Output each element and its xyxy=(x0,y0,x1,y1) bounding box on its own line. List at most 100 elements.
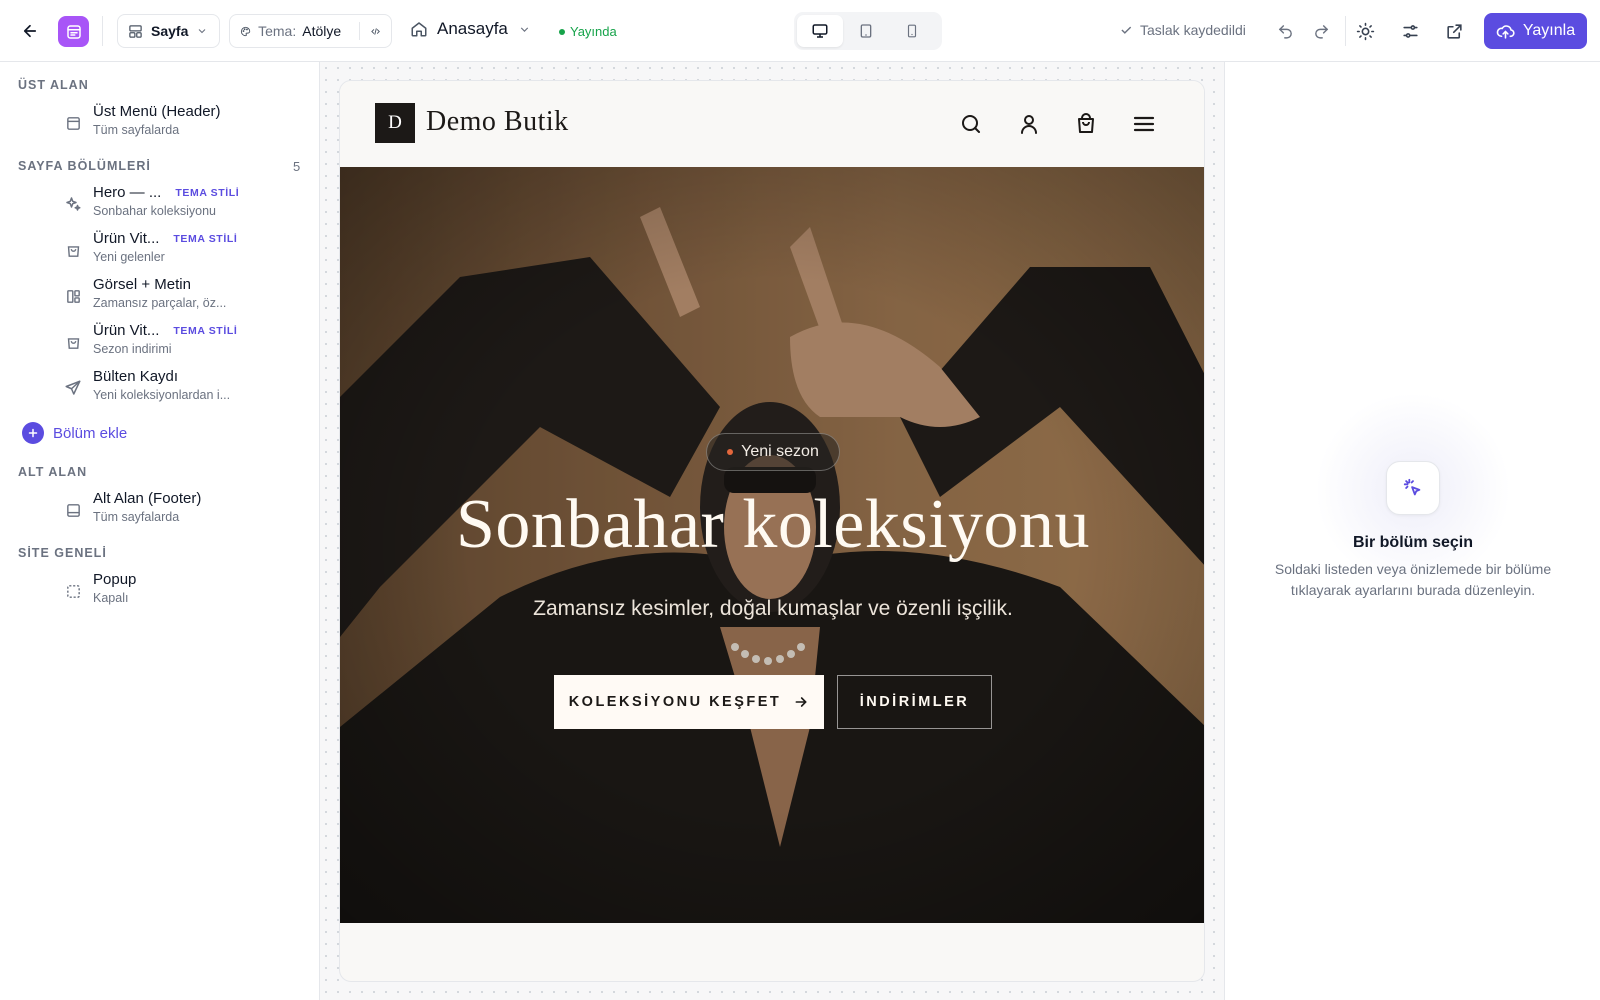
sidebar-item-footer[interactable]: Alt Alan (Footer) Tüm sayfalarda xyxy=(62,490,312,524)
sales-button[interactable]: İNDİRİMLER xyxy=(837,675,992,729)
theme-label: Tema: xyxy=(258,23,297,39)
sidebar-item-title: Popup xyxy=(93,571,137,588)
sidebar-item-header[interactable]: Üst Menü (Header) Tüm sayfalarda xyxy=(62,103,312,137)
sidebar-item-title: Ürün Vit... xyxy=(93,230,160,247)
theme-style-badge: TEMA STİLİ xyxy=(173,232,238,245)
top-toolbar: Sayfa Tema: Atölye Anasayfa Yayında Tasl… xyxy=(0,0,1600,62)
inspector-title: Bir bölüm seçin xyxy=(1352,534,1474,551)
sidebar-item-subtitle: Tüm sayfalarda xyxy=(93,123,180,137)
sidebar-item-image-text[interactable]: Görsel + Metin Zamansız parçalar, öz... xyxy=(62,276,312,310)
sidebar-item-product-showcase[interactable]: Ürün Vit... TEMA STİLİ Yeni gelenler xyxy=(62,230,312,264)
sidebar-item-subtitle: Yeni gelenler xyxy=(93,250,165,264)
external-link-icon[interactable] xyxy=(1444,21,1464,41)
store-header[interactable]: D Demo Butik xyxy=(340,81,1204,167)
page-menu-button[interactable]: Sayfa xyxy=(117,14,220,48)
publish-button[interactable]: Yayınla xyxy=(1484,13,1587,49)
cursor-click-icon xyxy=(1386,461,1440,515)
saved-text: Taslak kaydedildi xyxy=(1140,22,1246,38)
sidebar-item-newsletter[interactable]: Bülten Kaydı Yeni koleksiyonlardan i... xyxy=(62,368,312,402)
tablet-view-button[interactable] xyxy=(843,15,889,47)
sidebar-item-subtitle: Zamansız parçalar, öz... xyxy=(93,296,227,310)
header-layout-icon xyxy=(62,112,84,134)
status-text: Yayında xyxy=(570,24,617,39)
sidebar-item-product-sale[interactable]: Ürün Vit... TEMA STİLİ Sezon indirimi xyxy=(62,322,312,356)
inspector-panel: Bir bölüm seçin Soldaki listeden veya ön… xyxy=(1224,62,1600,1000)
sidebar-item-subtitle: Sezon indirimi xyxy=(93,342,172,356)
pill-dot xyxy=(727,449,734,455)
code-icon[interactable] xyxy=(370,24,381,39)
sidebar-item-subtitle: Yeni koleksiyonlardan i... xyxy=(93,388,231,402)
sidebar-item-title: Üst Menü (Header) xyxy=(93,103,221,120)
desktop-view-button[interactable] xyxy=(797,15,843,47)
publish-label: Yayınla xyxy=(1522,22,1576,39)
save-status: Taslak kaydedildi xyxy=(1119,22,1246,38)
store-menu-icon[interactable] xyxy=(1132,112,1156,136)
home-icon xyxy=(411,22,427,37)
inspector-description-line2: tıklayarak ayarlarını burada düzenleyin. xyxy=(1290,582,1536,598)
theme-selector[interactable]: Tema: Atölye xyxy=(229,14,392,48)
palette-icon xyxy=(240,26,251,36)
sidebar-item-popup[interactable]: Popup Kapalı xyxy=(62,571,312,605)
footer-layout-icon xyxy=(62,499,84,521)
group-header-sections: SAYFA BÖLÜMLERİ xyxy=(18,159,151,173)
hero-subheading: Zamansız kesimler, doğal kumaşlar ve öze… xyxy=(533,597,1013,620)
store-account-icon[interactable] xyxy=(1017,112,1041,136)
sidebar-item-title: Görsel + Metin xyxy=(93,276,191,293)
sidebar-item-subtitle: Kapalı xyxy=(93,591,129,605)
group-header-bottom: ALT ALAN xyxy=(18,465,88,479)
pill-text: Yeni sezon xyxy=(741,443,819,460)
device-switcher xyxy=(794,12,942,50)
store-search-icon[interactable] xyxy=(959,112,983,136)
chevron-down-icon xyxy=(520,26,529,32)
sidebar-item-subtitle: Sonbahar koleksiyonu xyxy=(93,204,216,218)
chevron-down-icon xyxy=(198,29,206,34)
arrow-right-icon xyxy=(795,697,808,707)
page-menu-label: Sayfa xyxy=(151,23,189,39)
hero-section[interactable]: Yeni sezon Sonbahar koleksiyonu Zamansız… xyxy=(340,167,1204,923)
layout-icon xyxy=(129,24,142,38)
redo-icon[interactable] xyxy=(1311,21,1331,41)
sun-icon[interactable] xyxy=(1355,21,1375,41)
page-selector[interactable]: Anasayfa xyxy=(410,19,531,39)
popup-icon xyxy=(62,580,84,602)
explore-collection-label: KOLEKSİYONU KEŞFET xyxy=(568,694,782,710)
mobile-view-button[interactable] xyxy=(889,15,935,47)
plus-icon xyxy=(22,422,44,444)
sidebar-item-hero[interactable]: Hero — ... TEMA STİLİ Sonbahar koleksiyonu xyxy=(62,184,312,218)
hero-season-pill: Yeni sezon xyxy=(706,433,840,471)
theme-style-badge: TEMA STİLİ xyxy=(175,186,240,199)
cloud-upload-icon xyxy=(1496,24,1515,39)
back-arrow-icon[interactable] xyxy=(20,21,40,41)
undo-icon[interactable] xyxy=(1275,21,1295,41)
sidebar-item-title: Hero — ... xyxy=(93,184,162,201)
sparkles-icon xyxy=(62,193,84,215)
preview-frame[interactable]: D Demo Butik Yeni sezon Sonbahar koleksi… xyxy=(339,80,1205,982)
explore-collection-button[interactable]: KOLEKSİYONU KEŞFET xyxy=(554,675,824,729)
sidebar-item-title: Alt Alan (Footer) xyxy=(93,490,202,507)
theme-style-badge: TEMA STİLİ xyxy=(173,324,238,337)
inspector-description-line1: Soldaki listeden veya önizlemede bir böl… xyxy=(1274,561,1552,577)
settings-sliders-icon[interactable] xyxy=(1400,21,1420,41)
page-name: Anasayfa xyxy=(437,19,508,38)
send-icon xyxy=(62,377,84,399)
group-header-site: SİTE GENELİ xyxy=(18,546,107,560)
shopping-bag-icon xyxy=(62,331,84,353)
check-icon xyxy=(1121,26,1132,34)
sales-label: İNDİRİMLER xyxy=(859,694,970,710)
monitor-icon xyxy=(812,24,828,38)
smartphone-icon xyxy=(907,24,917,38)
sections-sidebar: ÜST ALAN Üst Menü (Header) Tüm sayfalarda… xyxy=(0,62,320,1000)
store-brand-name: Demo Butik xyxy=(426,106,569,137)
hero-headline: Sonbahar koleksiyonu xyxy=(455,486,1091,563)
group-header-top: ÜST ALAN xyxy=(18,78,89,92)
store-cart-icon[interactable] xyxy=(1074,112,1098,136)
add-section-label: Bölüm ekle xyxy=(53,424,128,442)
add-section-button[interactable]: Bölüm ekle xyxy=(22,422,127,444)
sidebar-item-title: Ürün Vit... xyxy=(93,322,160,339)
sidebar-item-title: Bülten Kaydı xyxy=(93,368,179,385)
layout-icon xyxy=(62,285,84,307)
sidebar-item-subtitle: Tüm sayfalarda xyxy=(93,510,180,524)
status-dot xyxy=(559,28,565,35)
theme-value: Atölye xyxy=(302,23,342,39)
status-badge: Yayında xyxy=(559,24,617,39)
